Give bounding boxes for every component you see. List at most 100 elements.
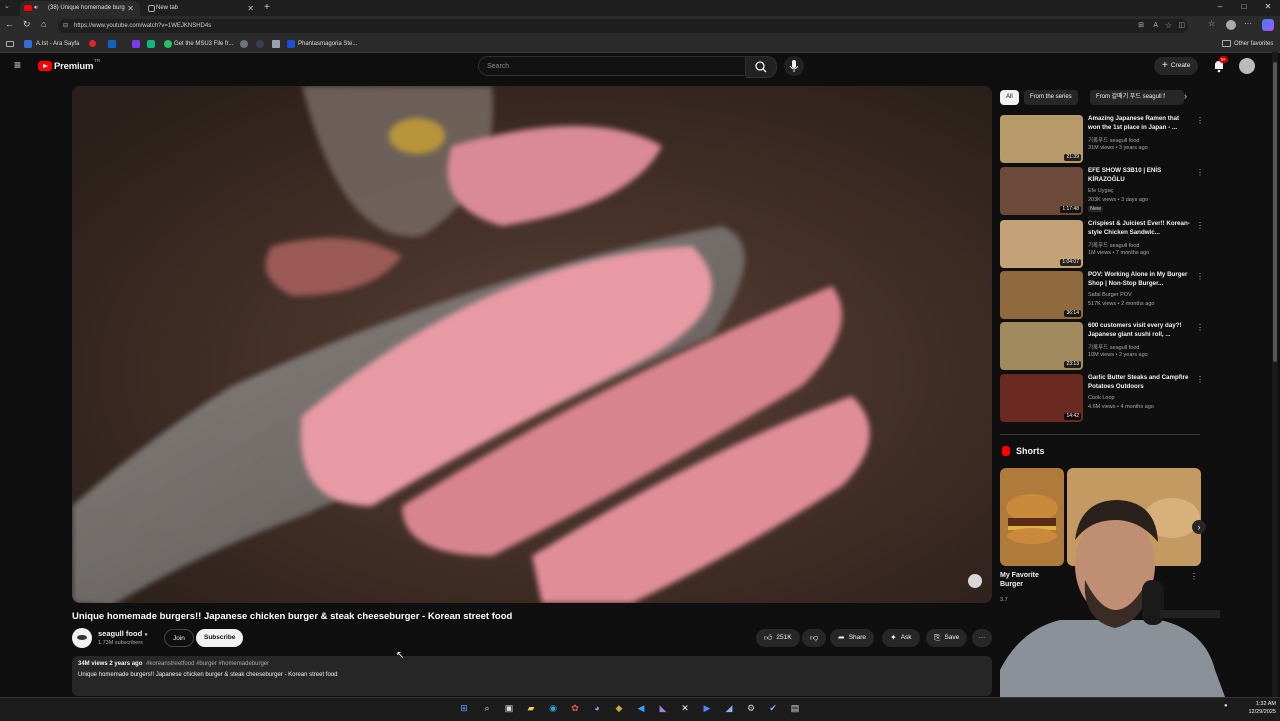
system-clock[interactable]: 1:32 AM 12/29/2025 bbox=[1240, 700, 1276, 716]
channel-avatar[interactable] bbox=[72, 628, 92, 648]
recommendation-item[interactable]: 1:04:07 Crispiest & Juiciest Ever!! Korea… bbox=[1000, 220, 1204, 268]
create-button[interactable]: + Create bbox=[1154, 57, 1199, 75]
app-icon[interactable]: ▶ bbox=[700, 700, 714, 716]
notifications-button[interactable]: 9+ bbox=[1212, 56, 1229, 73]
chevron-right-icon[interactable]: › bbox=[1184, 91, 1187, 101]
recommendation-item[interactable]: 21:39 Amazing Japanese Ramen that won the… bbox=[1000, 115, 1204, 163]
video-thumbnail[interactable]: 21:39 bbox=[1000, 115, 1083, 163]
recommendation-title[interactable]: Crispiest & Juiciest Ever!! Korean-style… bbox=[1088, 220, 1192, 237]
twitch-icon[interactable] bbox=[132, 40, 140, 48]
app-icon[interactable]: ◆ bbox=[612, 700, 626, 716]
video-thumbnail[interactable]: 36:14 bbox=[1000, 271, 1083, 319]
more-options-icon[interactable]: ⋮ bbox=[1196, 116, 1204, 125]
speaker-icon[interactable]: 🔊︎ bbox=[34, 1, 38, 16]
bookmark-item[interactable]: Get the MSU3 File fr... bbox=[174, 36, 233, 52]
recommendation-title[interactable]: EFE SHOW S3B10 | ENİS KİRAZOĞLU bbox=[1088, 167, 1192, 184]
like-button[interactable]: 👍︎ 251K bbox=[756, 629, 800, 647]
video-thumbnail[interactable]: 14:42 bbox=[1000, 374, 1083, 422]
channel-watermark-icon[interactable] bbox=[968, 574, 982, 588]
more-actions-button[interactable]: ··· bbox=[972, 629, 992, 647]
bookmark-dark-icon[interactable] bbox=[256, 40, 264, 48]
minimize-button[interactable]: – bbox=[1212, 0, 1228, 14]
recommendation-title[interactable]: Garlic Butter Steaks and Campfire Potato… bbox=[1088, 374, 1192, 391]
join-button[interactable]: Join bbox=[164, 629, 194, 647]
add-favorite-icon[interactable]: ☆ bbox=[1165, 19, 1172, 33]
app-icon[interactable]: ▤ bbox=[788, 700, 802, 716]
maximize-button[interactable]: □ bbox=[1236, 0, 1252, 14]
bookmark-gray-icon[interactable] bbox=[240, 40, 248, 48]
more-options-icon[interactable]: ⋮ bbox=[1196, 272, 1204, 281]
recommendation-channel[interactable]: Safal Burger POV bbox=[1088, 292, 1132, 298]
scrollbar-thumb[interactable] bbox=[1273, 62, 1277, 362]
more-options-icon[interactable]: ⋮ bbox=[1196, 375, 1204, 384]
voice-search-button[interactable] bbox=[784, 56, 804, 76]
tab-list-icon[interactable]: ⌄ bbox=[4, 2, 10, 10]
page-scrollbar[interactable] bbox=[1272, 52, 1278, 697]
recommendation-item[interactable]: 36:14 POV: Working Alone in My Burger Sho… bbox=[1000, 271, 1204, 319]
close-tab-icon[interactable]: ✕ bbox=[127, 1, 134, 16]
save-button[interactable]: ⎘ Save bbox=[926, 629, 968, 647]
profile-avatar-icon[interactable] bbox=[1226, 20, 1236, 30]
site-info-icon[interactable]: ⊟ bbox=[63, 19, 68, 33]
recommendation-item[interactable]: 14:42 Garlic Butter Steaks and Campfire P… bbox=[1000, 374, 1204, 422]
recommendation-channel[interactable]: Cook Loop bbox=[1088, 395, 1115, 401]
home-icon[interactable]: ⌂ bbox=[41, 19, 46, 29]
taskbar-search-icon[interactable]: ⌕ bbox=[480, 700, 494, 716]
recommendation-channel[interactable]: Efe Uygaç bbox=[1088, 188, 1113, 194]
split-screen-icon[interactable]: ◫ bbox=[1178, 19, 1185, 33]
discord-icon[interactable]: ◕ bbox=[590, 700, 604, 716]
more-options-icon[interactable]: ⋮ bbox=[1196, 168, 1204, 177]
chip-from-series[interactable]: From the series bbox=[1024, 90, 1078, 105]
bookmark-green-icon[interactable] bbox=[147, 40, 155, 48]
subscribe-button[interactable]: Subscribe bbox=[196, 629, 244, 647]
close-tab-icon[interactable]: ✕ bbox=[247, 1, 254, 16]
recommendation-title[interactable]: Amazing Japanese Ramen that won the 1st … bbox=[1088, 115, 1192, 132]
channel-name[interactable]: seagull food bbox=[98, 629, 142, 638]
steam-icon[interactable]: ◢ bbox=[722, 700, 736, 716]
more-options-icon[interactable]: ⋮ bbox=[1196, 221, 1204, 230]
chip-all[interactable]: All bbox=[1000, 90, 1019, 105]
recommendation-title[interactable]: 600 customers visit every day?! Japanese… bbox=[1088, 322, 1192, 339]
x-app-icon[interactable]: ✕ bbox=[678, 700, 692, 716]
recommendation-item[interactable]: 23:13 600 customers visit every day?! Jap… bbox=[1000, 322, 1204, 370]
reload-icon[interactable]: ↻ bbox=[23, 19, 31, 30]
chip-from-channel[interactable]: From 갈매기 푸드 seagull f bbox=[1090, 90, 1184, 105]
tab-new-tab[interactable]: New tab ✕ bbox=[142, 1, 260, 16]
app-available-icon[interactable]: ⊞ bbox=[1138, 19, 1144, 33]
read-aloud-icon[interactable]: A bbox=[1153, 19, 1158, 33]
youtube-logo[interactable]: Premium TR bbox=[38, 58, 100, 74]
settings-icon[interactable]: ⚙ bbox=[744, 700, 758, 716]
other-favorites-link[interactable]: Other favorites bbox=[1234, 36, 1273, 52]
search-input[interactable]: Search bbox=[478, 56, 746, 76]
share-button[interactable]: ➦ Share bbox=[830, 629, 875, 647]
app-icon[interactable]: ✔ bbox=[766, 700, 780, 716]
menu-dots-icon[interactable]: ··· bbox=[1244, 19, 1252, 28]
video-thumbnail[interactable]: 23:13 bbox=[1000, 322, 1083, 370]
recommendation-title[interactable]: POV: Working Alone in My Burger Shop | N… bbox=[1088, 271, 1192, 288]
channel-name-row[interactable]: seagull food ● bbox=[98, 629, 148, 638]
linkedin-icon[interactable] bbox=[108, 40, 116, 48]
windows-start-icon[interactable]: ⊞ bbox=[457, 700, 471, 716]
bookmark-slash-icon[interactable] bbox=[272, 40, 280, 48]
favorites-icon[interactable]: ☆ bbox=[1208, 19, 1215, 28]
tab-youtube[interactable]: 🔊︎ (38) Unique homemade burg ✕ bbox=[20, 1, 140, 16]
dislike-button[interactable]: 👎︎ bbox=[802, 629, 826, 647]
new-tab-button[interactable]: + bbox=[264, 0, 270, 15]
video-thumbnail[interactable]: 1:17:48 bbox=[1000, 167, 1083, 215]
address-bar[interactable]: ⊟ https://www.youtube.com/watch?v=1WEJKN… bbox=[58, 19, 1188, 33]
hashtags[interactable]: #koreanstreetfood #burger #homemadeburge… bbox=[146, 661, 269, 667]
recommendation-channel[interactable]: 기록푸드 seagull food bbox=[1088, 136, 1139, 144]
search-button[interactable] bbox=[746, 56, 777, 78]
copilot-icon[interactable] bbox=[1262, 19, 1274, 31]
video-thumbnail[interactable]: 1:04:07 bbox=[1000, 220, 1083, 268]
recommendation-channel[interactable]: 기록푸드 seagull food bbox=[1088, 241, 1139, 249]
app-icon[interactable]: ✿ bbox=[568, 700, 582, 716]
recommendation-item[interactable]: 1:17:48 EFE SHOW S3B10 | ENİS KİRAZOĞLU Ef… bbox=[1000, 167, 1204, 215]
vscode-icon[interactable]: ◀ bbox=[634, 700, 648, 716]
bookmark-item[interactable]: A.Ist - Ara Sayfa bbox=[36, 36, 79, 52]
video-player[interactable] bbox=[72, 86, 992, 603]
close-window-button[interactable]: ✕ bbox=[1260, 0, 1276, 14]
file-explorer-icon[interactable]: ▰ bbox=[524, 700, 538, 716]
edge-browser-icon[interactable]: ◉ bbox=[546, 700, 560, 716]
tray-icon[interactable]: ● bbox=[1224, 703, 1228, 709]
